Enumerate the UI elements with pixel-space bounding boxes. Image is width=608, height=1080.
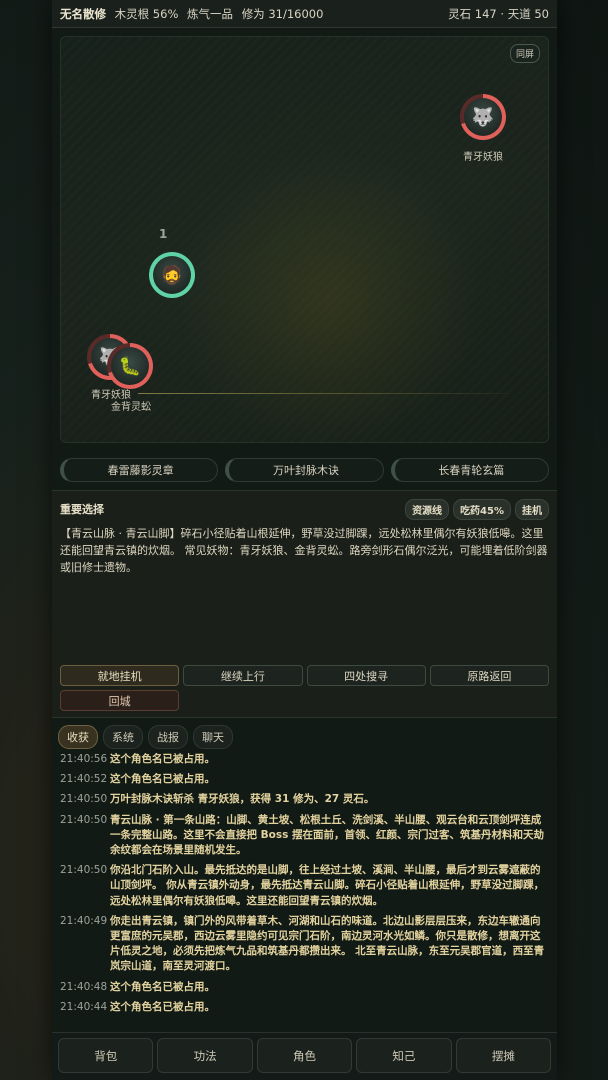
log-entry: 21:40:50 万叶封脉木诀斩杀 青牙妖狼，获得 31 修为、27 灵石。 <box>60 792 550 807</box>
log-time: 21:40:50 <box>60 864 108 877</box>
idle-chip[interactable]: 挂机 <box>515 498 549 520</box>
log-entry: 21:40:50 青云山脉 · 第一条山路：山脚、黄土坡、松根土丘、洗剑溪、半山… <box>60 813 550 859</box>
status-bar: 无名散修 木灵根 56% 炼气一品 修为 31/16000 灵石 147 · 天… <box>52 0 557 28</box>
log-entry: 21:40:48 这个角色名已被占用。 <box>60 980 550 995</box>
cultivation: 修为 31/16000 <box>241 6 324 21</box>
game-frame: 无名散修 木灵根 56% 炼气一品 修为 31/16000 灵石 147 · 天… <box>52 0 557 1080</box>
same-screen-button[interactable]: 同屏 <box>509 44 540 63</box>
message-log[interactable]: 21:40:56 这个角色名已被占用。 21:40:52 这个角色名已被占用。 … <box>60 752 550 1027</box>
log-message: 青云山脉 · 第一条山路：山脚、黄土坡、松根土丘、洗剑溪、半山腰、观云台和云顶剑… <box>110 813 545 857</box>
skill-chunlei[interactable]: 春雷藤影灵章 <box>60 458 219 482</box>
log-time: 21:40:44 <box>60 1000 108 1013</box>
event-title: 重要选择 <box>60 503 104 516</box>
log-time: 21:40:50 <box>60 813 108 826</box>
skill-changchun[interactable]: 长春青轮玄篇 <box>390 458 549 482</box>
back-to-town-button[interactable]: 回城 <box>60 690 180 711</box>
log-entry: 21:40:49 你走出青云镇，镇门外的风带着草木、河湖和山石的味道。北边山影层… <box>60 914 550 975</box>
event-description: 【青云山脉 · 青云山脚】碎石小径贴着山根延伸，野草没过脚踝，远处松林里偶尔有妖… <box>60 527 548 574</box>
tab-harvest[interactable]: 收获 <box>58 725 98 749</box>
event-chips: 资源线 吃药45% 挂机 <box>405 498 549 520</box>
log-entry: 21:40:44 这个角色名已被占用。 <box>60 1000 550 1015</box>
nav-stall[interactable]: 摆摊 <box>455 1038 552 1073</box>
player-number: 1 <box>159 227 168 241</box>
log-entry: 21:40:56 这个角色名已被占用。 <box>60 752 550 767</box>
player-token[interactable]: 🧔 <box>149 252 195 298</box>
bottom-nav: 背包 功法 角色 知己 摆摊 <box>52 1032 557 1080</box>
log-time: 21:40:52 <box>60 773 108 786</box>
log-time: 21:40:48 <box>60 980 108 993</box>
search-around-button[interactable]: 四处搜寻 <box>306 665 426 686</box>
battle-map[interactable]: 同屏 🐺 青牙妖狼 1 🧔 🐺 🐛 青牙妖狼 金背灵蚣 <box>60 36 549 443</box>
log-tabs: 收获 系统 战报 聊天 <box>58 725 233 749</box>
player-stats: 无名散修 木灵根 56% 炼气一品 修为 31/16000 <box>60 6 328 22</box>
return-button[interactable]: 原路返回 <box>429 665 549 686</box>
nav-character[interactable]: 角色 <box>256 1038 353 1073</box>
log-message: 你沿北门石阶入山。最先抵达的是山脚，往上经过土坡、溪涧、半山腰，最后才到云雾遮蔽… <box>110 864 545 907</box>
go-up-button[interactable]: 继续上行 <box>183 665 303 686</box>
centipede-icon: 🐛 <box>111 347 149 385</box>
log-time: 21:40:50 <box>60 793 108 806</box>
nav-companions[interactable]: 知己 <box>356 1038 452 1073</box>
tab-battle[interactable]: 战报 <box>148 725 188 749</box>
pill-chip[interactable]: 吃药45% <box>453 498 511 520</box>
log-message: 这个角色名已被占用。 <box>110 1000 215 1013</box>
tab-system[interactable]: 系统 <box>103 725 143 749</box>
player-name: 无名散修 <box>60 6 106 21</box>
nav-skills[interactable]: 功法 <box>157 1038 253 1073</box>
resource-line-chip[interactable]: 资源线 <box>405 498 450 520</box>
skill-bar: 春雷藤影灵章 万叶封脉木诀 长春青轮玄篇 <box>60 458 549 482</box>
idle-here-button[interactable]: 就地挂机 <box>60 665 180 686</box>
log-time: 21:40:56 <box>60 753 108 765</box>
resources: 灵石 147 · 天道 50 <box>448 6 549 21</box>
player-avatar-icon: 🧔 <box>153 256 191 294</box>
spirit-root: 木灵根 56% <box>114 6 179 21</box>
log-entry: 21:40:50 你沿北门石阶入山。最先抵达的是山脚，往上经过土坡、溪涧、半山腰… <box>60 863 550 909</box>
tab-chat[interactable]: 聊天 <box>193 725 233 749</box>
event-panel: 重要选择 资源线 吃药45% 挂机 【青云山脉 · 青云山脚】碎石小径贴着山根延… <box>52 490 557 718</box>
wolf-icon: 🐺 <box>464 98 502 136</box>
enemy-label-centipede: 金背灵蚣 <box>111 402 151 413</box>
map-path <box>138 393 508 394</box>
log-message: 这个角色名已被占用。 <box>110 753 215 765</box>
log-message: 这个角色名已被占用。 <box>110 773 215 786</box>
log-time: 21:40:49 <box>60 914 108 927</box>
realm: 炼气一品 <box>187 6 234 21</box>
log-message: 你走出青云镇，镇门外的风带着草木、河湖和山石的味道。北边山影层层压来，东边车辙通… <box>110 914 545 973</box>
skill-wanye[interactable]: 万叶封脉木诀 <box>225 458 384 482</box>
log-entry: 21:40:52 这个角色名已被占用。 <box>60 772 550 787</box>
event-header: 重要选择 资源线 吃药45% 挂机 <box>60 498 549 520</box>
log-message: 万叶封脉木诀斩杀 青牙妖狼，获得 31 修为、27 灵石。 <box>110 793 375 806</box>
enemy-token-centipede[interactable]: 🐛 <box>107 343 153 389</box>
enemy-label-wolf-1: 青牙妖狼 <box>463 152 503 163</box>
enemy-token-wolf-1[interactable]: 🐺 <box>460 94 506 140</box>
nav-bag[interactable]: 背包 <box>58 1038 154 1073</box>
event-actions: 就地挂机 继续上行 四处搜寻 原路返回 回城 <box>60 665 549 711</box>
log-message: 这个角色名已被占用。 <box>110 980 215 993</box>
